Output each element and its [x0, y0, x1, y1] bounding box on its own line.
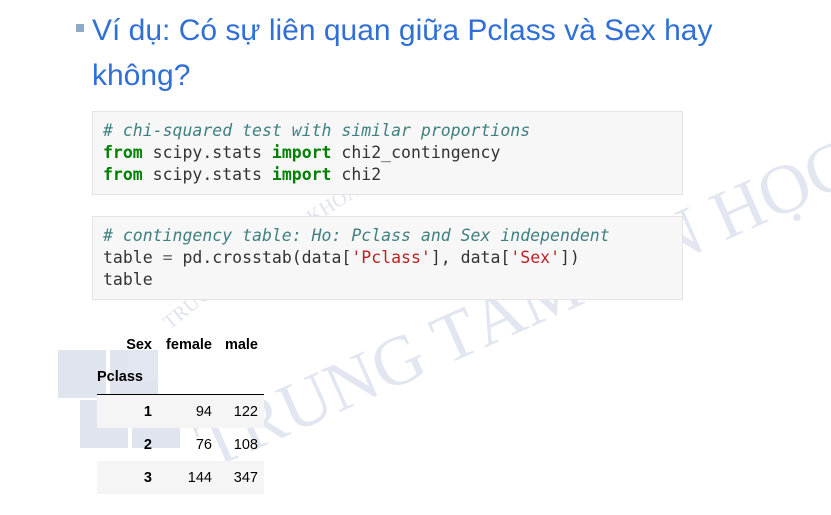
- code-string: 'Sex': [510, 248, 560, 267]
- code-keyword: import: [271, 143, 332, 162]
- code-text: table: [103, 270, 153, 289]
- code-text: chi2: [331, 165, 382, 184]
- code-text: pd.crosstab(data[: [172, 248, 352, 267]
- code-text: scipy.stats: [142, 165, 272, 184]
- table-cell: 144: [187, 469, 212, 486]
- column-header: female: [166, 337, 212, 353]
- table-cell: 94: [195, 403, 212, 420]
- bullet-heading: Ví dụ: Có sự liên quan giữa Pclass và Se…: [76, 8, 778, 98]
- code-text: ]): [560, 248, 580, 267]
- column-header: male: [224, 337, 258, 353]
- row-index: 2: [143, 436, 152, 453]
- table-cell: 347: [233, 469, 258, 486]
- crosstab-output: Sex female male Pclass 1 94 122 2 76 108…: [97, 330, 264, 494]
- code-operator: =: [162, 248, 173, 267]
- row-index: 3: [143, 469, 152, 486]
- bullet-square-icon: [76, 24, 84, 32]
- code-text: table: [103, 248, 163, 267]
- code-cell-imports[interactable]: # chi-squared test with similar proporti…: [92, 111, 683, 195]
- code-string: 'Pclass': [351, 248, 431, 267]
- table-cell: 108: [233, 436, 258, 453]
- bullet-text: Ví dụ: Có sự liên quan giữa Pclass và Se…: [92, 14, 713, 92]
- table-row: 3 144 347: [97, 461, 264, 494]
- table-cell: 122: [233, 403, 258, 420]
- table-cell: 76: [195, 436, 212, 453]
- code-text: scipy.stats: [142, 143, 272, 162]
- table-row: 1 94 122: [97, 394, 264, 428]
- code-comment: # chi-squared test with similar proporti…: [103, 121, 531, 140]
- code-cell-crosstab[interactable]: # contingency table: Ho: Pclass and Sex …: [92, 216, 683, 300]
- code-text: ], data[: [430, 248, 511, 267]
- code-text: chi2_contingency: [331, 143, 501, 162]
- column-axis-label: Sex: [126, 337, 152, 353]
- crosstab-table: Sex female male Pclass 1 94 122 2 76 108…: [97, 330, 264, 494]
- row-index: 1: [143, 403, 152, 420]
- table-row: 2 76 108: [97, 428, 264, 461]
- code-keyword: from: [103, 165, 143, 184]
- code-keyword: import: [271, 165, 332, 184]
- code-keyword: from: [103, 143, 143, 162]
- code-comment: # contingency table: Ho: Pclass and Sex …: [103, 226, 610, 245]
- index-axis-label: Pclass: [97, 369, 143, 385]
